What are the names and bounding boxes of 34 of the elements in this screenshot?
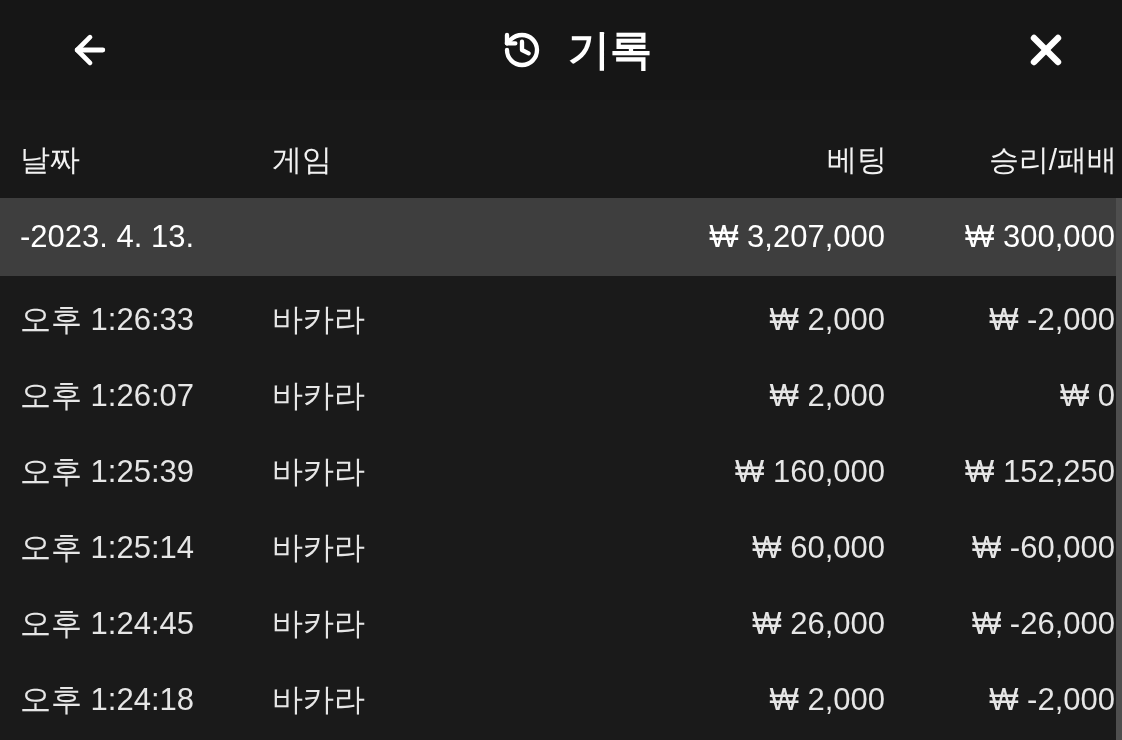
history-icon: [502, 30, 542, 70]
bet-cell: ₩ 160,000: [735, 453, 885, 489]
result-cell: ₩ -26,000: [972, 605, 1115, 641]
time-cell: 오후 1:25:39: [20, 453, 195, 489]
date-label: -2023. 4. 13.: [20, 218, 195, 254]
result-cell: ₩ -2,000: [989, 681, 1115, 717]
bet-cell: ₩ 2,000: [769, 301, 885, 337]
time-cell: 오후 1:25:14: [20, 529, 195, 565]
result-cell: ₩ 152,250: [965, 453, 1115, 489]
bet-cell: ₩ 2,000: [769, 377, 885, 413]
game-cell: 바카라: [272, 453, 365, 489]
time-cell: 오후 1:26:33: [20, 301, 195, 337]
result-column-header: 승리/패배: [988, 142, 1117, 176]
result-cell: ₩ -60,000: [972, 529, 1115, 565]
total-bet-amount: ₩ 3,207,000: [709, 218, 885, 254]
game-cell: 바카라: [272, 605, 365, 641]
time-cell: 오후 1:24:45: [20, 605, 195, 641]
date-group-row[interactable]: -2023. 4. 13. ₩ 3,207,000 ₩ 300,000: [0, 198, 1116, 276]
bet-cell: ₩ 2,000: [769, 681, 885, 717]
bet-cell: ₩ 60,000: [752, 529, 885, 565]
window-title: 기록: [568, 29, 652, 71]
result-cell: ₩ 0: [1059, 377, 1115, 413]
game-cell: 바카라: [272, 681, 365, 717]
result-cell: ₩ -2,000: [989, 301, 1115, 337]
game-column-header: 게임: [272, 142, 332, 176]
game-cell: 바카라: [272, 377, 365, 413]
time-cell: 오후 1:26:07: [20, 377, 195, 413]
game-cell: 바카라: [272, 529, 365, 565]
date-column-header: 날짜: [20, 142, 80, 176]
time-cell: 오후 1:24:18: [20, 681, 195, 717]
bet-cell: ₩ 26,000: [752, 605, 885, 641]
bet-column-header: 베팅: [827, 142, 887, 176]
game-cell: 바카라: [272, 301, 365, 337]
total-result-amount: ₩ 300,000: [965, 218, 1115, 254]
